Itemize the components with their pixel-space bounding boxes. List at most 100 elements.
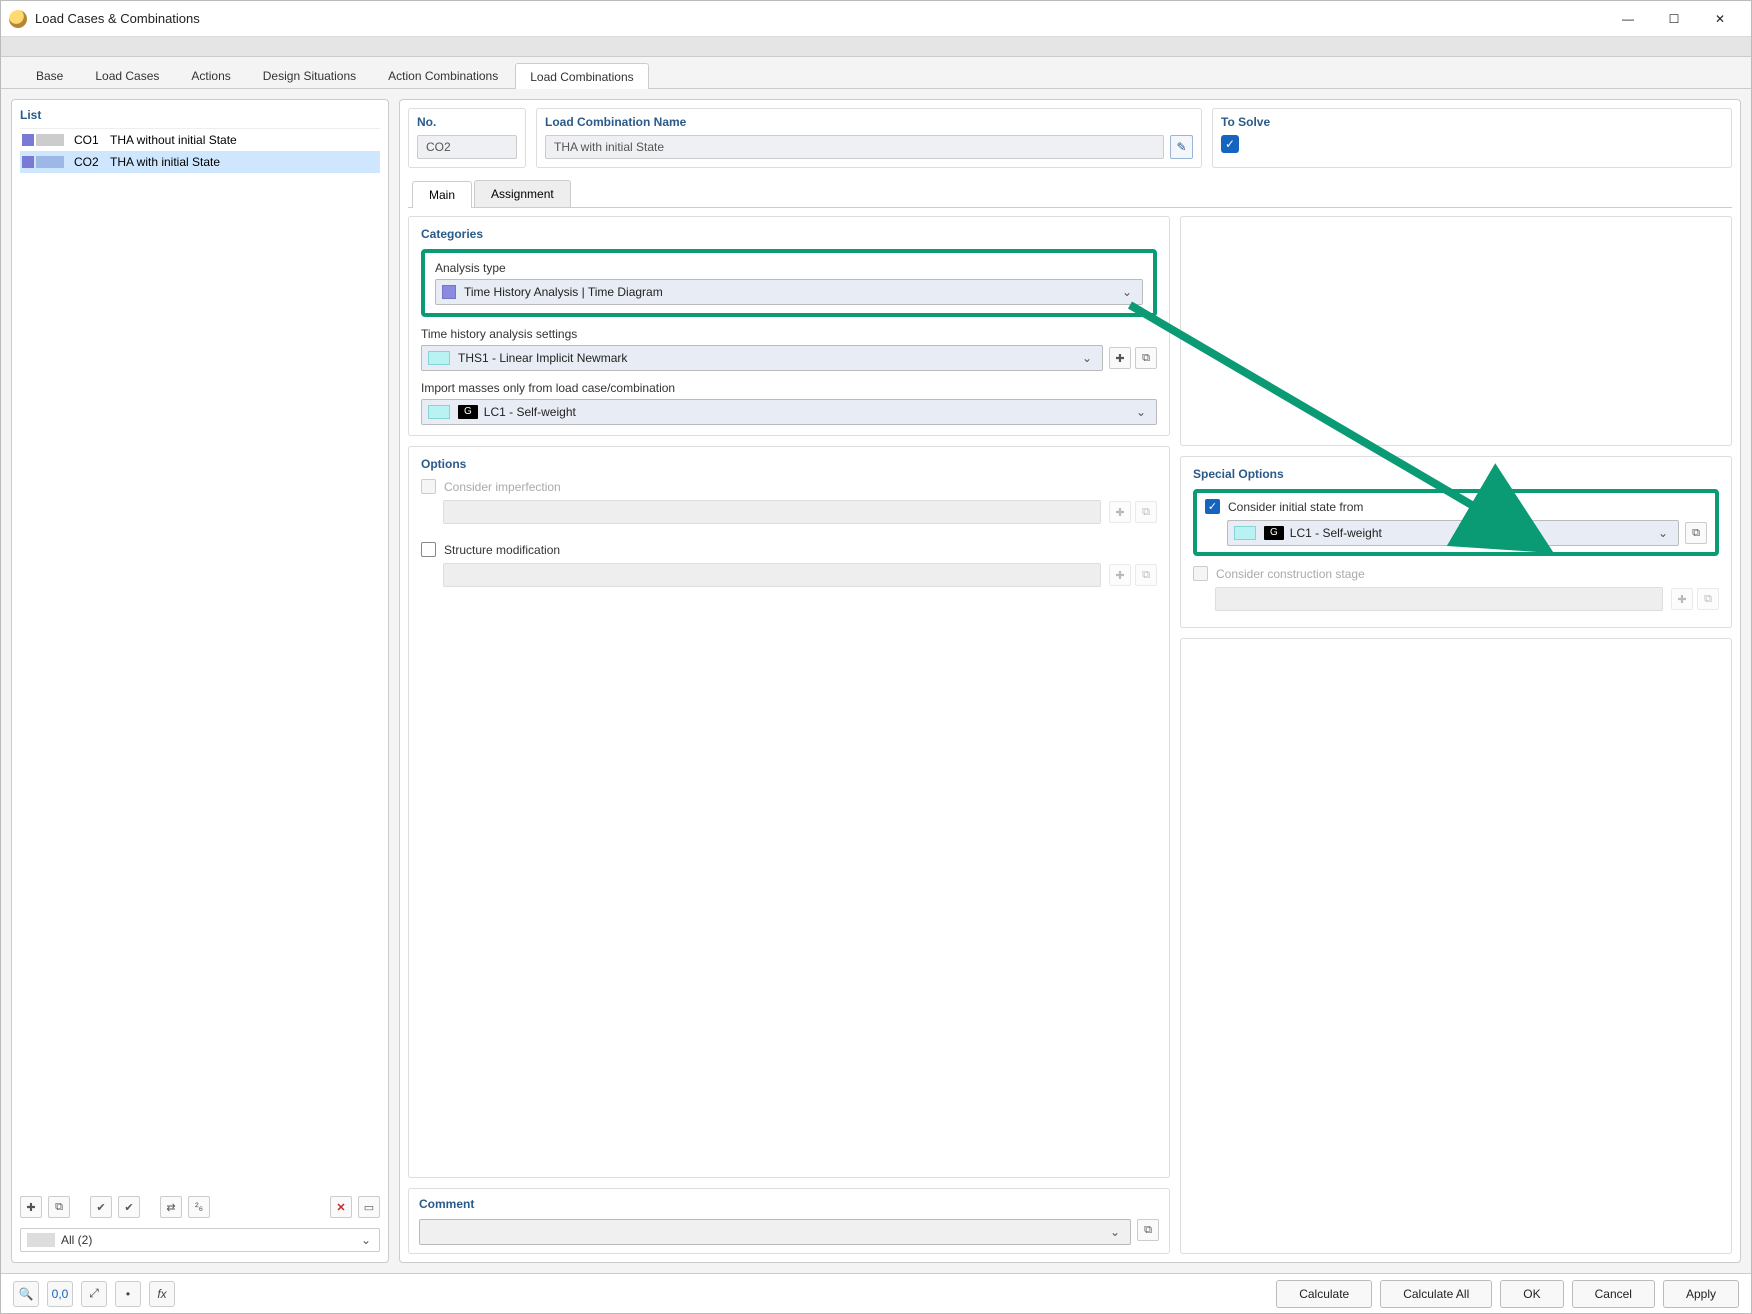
settings-new-button[interactable]: ✚	[1109, 347, 1131, 369]
purple-swatch-icon	[442, 285, 456, 299]
masses-label: Import masses only from load case/combin…	[421, 381, 1157, 395]
tab-load-combinations[interactable]: Load Combinations	[515, 63, 648, 89]
special-options-group: Special Options ✓ Consider initial state…	[1180, 456, 1732, 628]
initial-state-highlight: ✓ Consider initial state from G LC1 - Se…	[1193, 489, 1719, 556]
units-icon[interactable]: 0,0	[47, 1281, 73, 1307]
name-block: Load Combination Name ✎	[536, 108, 1202, 168]
titlebar: Load Cases & Combinations — ☐ ✕	[1, 1, 1751, 37]
apply-button[interactable]: Apply	[1663, 1280, 1739, 1308]
masses-combo[interactable]: G LC1 - Self-weight ⌄	[421, 399, 1157, 425]
no-field[interactable]	[417, 135, 517, 159]
options-title: Options	[421, 457, 1157, 471]
list-item-co: CO2	[74, 155, 110, 169]
comment-combo[interactable]: ⌄	[419, 1219, 1131, 1245]
list-item[interactable]: CO2 THA with initial State	[20, 151, 380, 173]
top-tabstrip: Base Load Cases Actions Design Situation…	[1, 57, 1751, 89]
chevron-down-icon: ⌄	[1654, 526, 1672, 540]
structmod-new-button: ✚	[1109, 564, 1131, 586]
edit-name-button[interactable]: ✎	[1170, 135, 1193, 159]
delete-button[interactable]: ✕	[330, 1196, 352, 1218]
initial-state-checkbox[interactable]: ✓	[1205, 499, 1220, 514]
window-root: Load Cases & Combinations — ☐ ✕ Base Loa…	[0, 0, 1752, 1314]
structmod-edit-button: ⧉	[1135, 564, 1157, 586]
imperfection-new-button: ✚	[1109, 501, 1131, 523]
subtab-main[interactable]: Main	[412, 181, 472, 208]
upper-empty-panel	[1180, 216, 1732, 446]
comment-title: Comment	[419, 1197, 1159, 1211]
color-swatch-icon	[22, 134, 34, 146]
calculate-all-button[interactable]: Calculate All	[1380, 1280, 1492, 1308]
list-item-name: THA with initial State	[110, 155, 220, 169]
initial-state-label: Consider initial state from	[1228, 500, 1363, 514]
construction-combo	[1215, 587, 1663, 611]
initial-state-edit-button[interactable]: ⧉	[1685, 522, 1707, 544]
analysis-type-combo[interactable]: Time History Analysis | Time Diagram ⌄	[435, 279, 1143, 305]
tab-load-cases[interactable]: Load Cases	[80, 62, 174, 88]
settings-combo[interactable]: THS1 - Linear Implicit Newmark ⌄	[421, 345, 1103, 371]
ok-button[interactable]: OK	[1500, 1280, 1563, 1308]
initial-state-value: LC1 - Self-weight	[1290, 526, 1654, 540]
dot-icon[interactable]: •	[115, 1281, 141, 1307]
right-column: Special Options ✓ Consider initial state…	[1180, 216, 1732, 1254]
renumber-button[interactable]: ²₆	[188, 1196, 210, 1218]
left-column: Categories Analysis type Time History An…	[408, 216, 1170, 1254]
left-list-panel: List CO1 THA without initial State CO2 T…	[11, 99, 389, 1263]
chevron-down-icon: ⌄	[1078, 351, 1096, 365]
categories-group: Categories Analysis type Time History An…	[408, 216, 1170, 436]
close-button[interactable]: ✕	[1697, 4, 1743, 34]
swap-button[interactable]: ⇄	[160, 1196, 182, 1218]
list-filter-combo[interactable]: All (2) ⌄	[20, 1228, 380, 1252]
subtab-assignment[interactable]: Assignment	[474, 180, 571, 207]
main-grid: Categories Analysis type Time History An…	[408, 216, 1732, 1254]
settings-value: THS1 - Linear Implicit Newmark	[458, 351, 1078, 365]
filter-text: All (2)	[61, 1233, 353, 1247]
imperfection-combo	[443, 500, 1101, 524]
tab-base[interactable]: Base	[21, 62, 78, 88]
minimize-button[interactable]: —	[1605, 4, 1651, 34]
chevron-down-icon: ⌄	[1118, 285, 1136, 299]
sub-tabstrip: Main Assignment	[408, 180, 1732, 208]
cyan-swatch-icon	[428, 351, 450, 365]
list-item-name: THA without initial State	[110, 133, 237, 147]
fx-icon[interactable]: fx	[149, 1281, 175, 1307]
cancel-button[interactable]: Cancel	[1572, 1280, 1655, 1308]
imperfection-label: Consider imperfection	[444, 480, 561, 494]
list-item-co: CO1	[74, 133, 110, 147]
masses-value: LC1 - Self-weight	[484, 405, 1132, 419]
structmod-checkbox[interactable]	[421, 542, 436, 557]
chevron-down-icon: ⌄	[353, 1233, 379, 1247]
list-item[interactable]: CO1 THA without initial State	[20, 129, 380, 151]
comment-block: Comment ⌄ ⧉	[408, 1188, 1170, 1254]
calculate-button[interactable]: Calculate	[1276, 1280, 1372, 1308]
coord-icon[interactable]: ⤢	[81, 1281, 107, 1307]
settings-edit-button[interactable]: ⧉	[1135, 347, 1157, 369]
comment-edit-button[interactable]: ⧉	[1137, 1219, 1159, 1241]
new-button[interactable]: ✚	[20, 1196, 42, 1218]
initial-state-combo[interactable]: G LC1 - Self-weight ⌄	[1227, 520, 1679, 546]
no-block: No.	[408, 108, 526, 168]
filter-swatch-icon	[27, 1233, 55, 1247]
structmod-combo	[443, 563, 1101, 587]
solve-label: To Solve	[1221, 115, 1723, 129]
analysis-type-highlight: Analysis type Time History Analysis | Ti…	[421, 249, 1157, 317]
solve-block: To Solve ✓	[1212, 108, 1732, 168]
tab-action-combinations[interactable]: Action Combinations	[373, 62, 513, 88]
name-field[interactable]	[545, 135, 1164, 159]
maximize-button[interactable]: ☐	[1651, 4, 1697, 34]
structmod-label: Structure modification	[444, 543, 560, 557]
g-badge-icon: G	[458, 405, 478, 419]
app-icon	[9, 10, 27, 28]
layout-button[interactable]: ▭	[358, 1196, 380, 1218]
check-button[interactable]: ✔	[90, 1196, 112, 1218]
cyan-swatch-icon	[1234, 526, 1256, 540]
copy-button[interactable]: ⧉	[48, 1196, 70, 1218]
body: List CO1 THA without initial State CO2 T…	[1, 89, 1751, 1273]
to-solve-checkbox[interactable]: ✓	[1221, 135, 1239, 153]
analysis-type-value: Time History Analysis | Time Diagram	[464, 285, 1118, 299]
color-swatch-icon	[22, 156, 34, 168]
tab-design-situations[interactable]: Design Situations	[248, 62, 371, 88]
search-icon[interactable]: 🔍	[13, 1281, 39, 1307]
check2-button[interactable]: ✔	[118, 1196, 140, 1218]
tab-actions[interactable]: Actions	[176, 62, 245, 88]
categories-title: Categories	[421, 227, 1157, 241]
